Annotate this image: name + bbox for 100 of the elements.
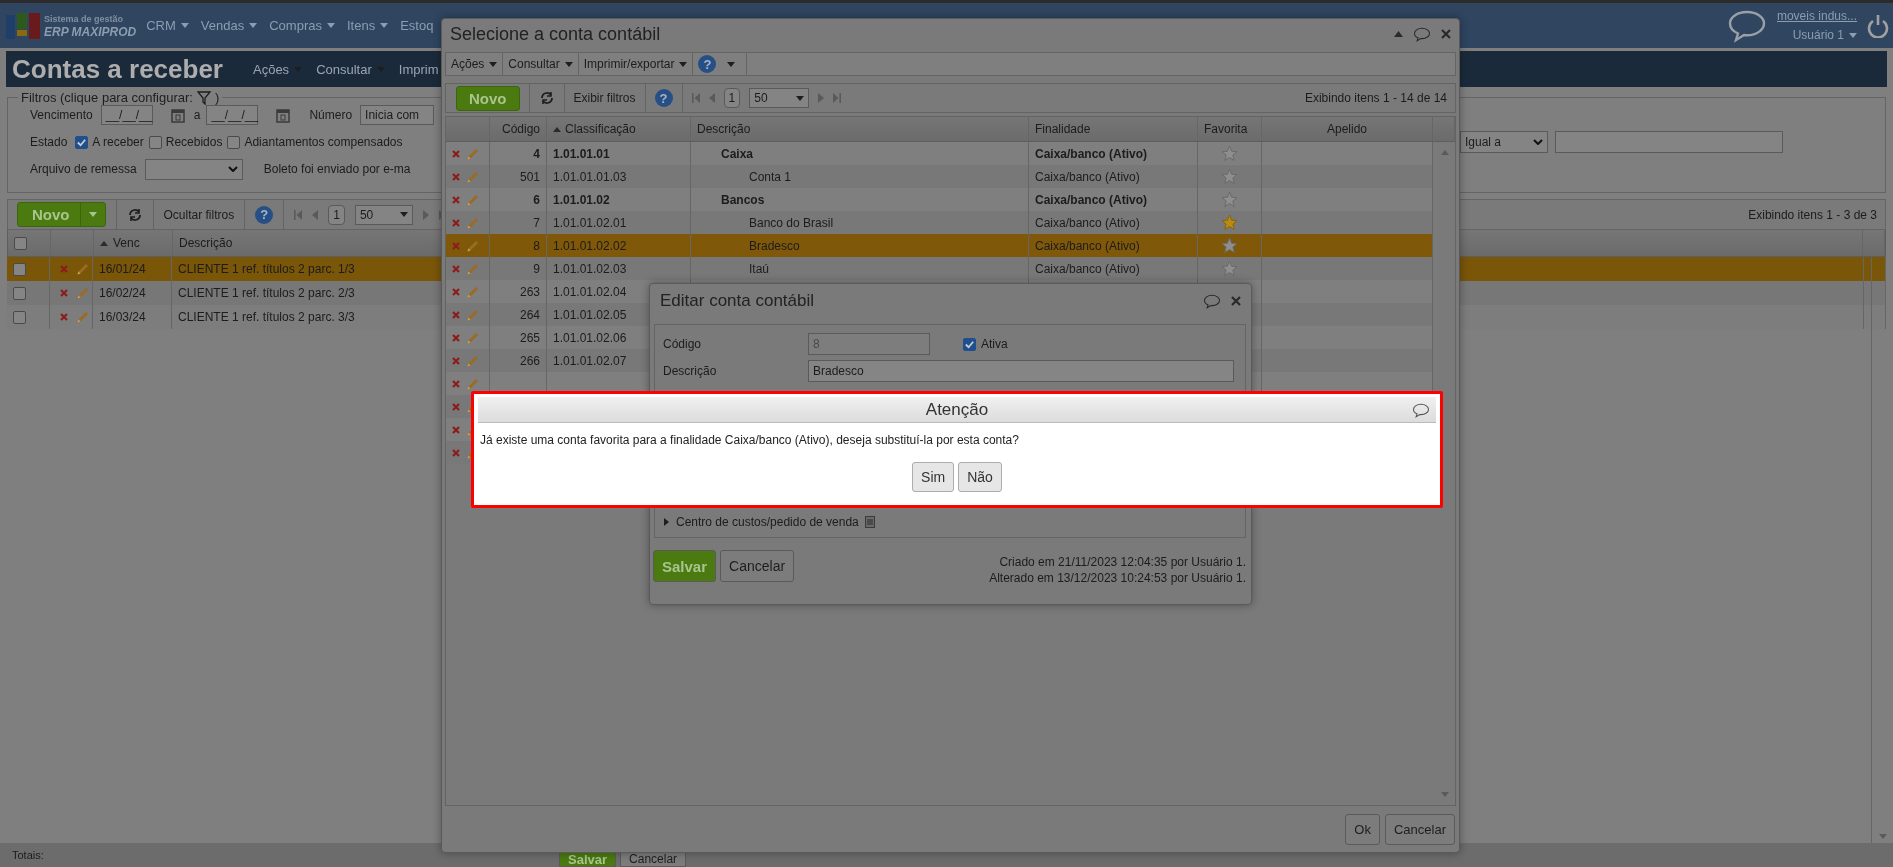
column-header[interactable]: Descrição <box>179 236 233 250</box>
next-page-icon <box>422 209 429 220</box>
date-field[interactable]: __/__/__ <box>100 105 153 125</box>
page-number-field[interactable]: 1 <box>328 204 345 225</box>
refresh-icon <box>126 207 143 222</box>
filters-legend[interactable]: Filtros (clique para configurar: ) <box>18 90 223 105</box>
checkbox[interactable] <box>75 135 89 149</box>
help-button[interactable]: ? <box>654 89 673 107</box>
caret-icon <box>399 212 408 217</box>
checkbox-label: Adiantamentos compensados <box>244 135 403 149</box>
checkbox[interactable] <box>13 262 26 276</box>
caret-icon <box>376 66 385 72</box>
sort-ascending-icon <box>553 126 561 132</box>
collapse-icon <box>1394 31 1403 37</box>
delete-icon <box>452 264 460 273</box>
delete-icon <box>60 289 68 297</box>
menu-item[interactable]: Consultar <box>316 61 385 77</box>
range-label: a <box>193 108 201 122</box>
page-size-select[interactable]: 50 <box>749 88 810 108</box>
column-header[interactable]: Classificação <box>565 122 636 136</box>
yes-button[interactable]: Sim <box>912 462 955 492</box>
page-size-select[interactable]: 50 <box>354 204 413 225</box>
table-cell: CLIENTE 1 ref. títulos 2 parc. 1/3 <box>178 262 355 276</box>
new-button[interactable]: Novo <box>456 85 520 111</box>
first-page-icon <box>691 93 700 103</box>
toggle-filters-button[interactable]: Ocultar filtros <box>163 207 235 222</box>
speech-bubble-icon <box>1726 8 1767 43</box>
date-field[interactable]: __/__/__ <box>206 105 259 125</box>
delete-icon <box>452 287 460 296</box>
speech-bubble-icon <box>1203 293 1221 309</box>
menu-item[interactable]: Estoq <box>400 18 434 33</box>
checkbox[interactable] <box>14 236 27 250</box>
user-menu[interactable]: Usuário 1 <box>1792 28 1857 42</box>
caret-icon <box>679 61 688 67</box>
table-cell: 1.01.01.02.07 <box>553 353 627 368</box>
column-header[interactable]: Apelido <box>1327 122 1367 136</box>
totals-label: Totais: <box>12 849 44 861</box>
delete-icon <box>452 195 460 204</box>
field-label: Número <box>309 108 353 122</box>
menu-item[interactable]: Itens <box>346 18 389 33</box>
checkbox[interactable] <box>227 135 241 149</box>
modified-info: Alterado em 13/12/2023 10:24:53 por Usuário 1. <box>989 570 1246 586</box>
cancel-button[interactable]: Cancelar <box>720 550 795 582</box>
menu-item[interactable]: Imprim <box>398 61 439 77</box>
menu-item[interactable]: Imprimir/exportar <box>578 53 694 75</box>
table-cell: 1.01.01.02.01 <box>553 215 627 230</box>
delete-icon <box>452 425 460 434</box>
table-cell: Caixa/banco (Ativo) <box>1035 192 1148 207</box>
table-cell: Caixa/banco (Ativo) <box>1035 146 1148 161</box>
menu-item[interactable]: Ações <box>253 61 303 77</box>
scroll-down-icon <box>1441 792 1449 797</box>
calendar-icon <box>170 107 185 123</box>
checkbox[interactable] <box>13 286 26 300</box>
pencil-icon <box>466 146 480 161</box>
caret-icon <box>326 23 335 28</box>
delete-icon <box>452 356 460 365</box>
pencil-icon <box>466 307 480 322</box>
column-header[interactable]: Descrição <box>697 122 751 136</box>
field-label: Estado <box>30 135 68 149</box>
column-header[interactable]: Código <box>501 122 540 136</box>
pencil-icon <box>466 353 480 368</box>
menu-item[interactable]: Consultar <box>503 53 579 75</box>
caret-icon <box>380 23 389 28</box>
help-button[interactable]: ? <box>255 205 274 224</box>
new-button[interactable]: Novo <box>17 202 106 227</box>
checkbox[interactable] <box>13 310 26 324</box>
match-select[interactable]: Igual a <box>1460 131 1548 153</box>
no-button[interactable]: Não <box>958 462 1002 492</box>
column-header[interactable]: Favorita <box>1204 122 1248 136</box>
section-toggle[interactable]: Centro de custos/pedido de venda <box>663 513 1237 531</box>
delete-icon <box>452 310 460 319</box>
created-info: Criado em 21/11/2023 12:04:35 por Usuário 1. <box>999 554 1246 570</box>
table-cell: 1.01.01.02.05 <box>553 307 627 322</box>
caret-icon <box>249 23 258 28</box>
ok-button[interactable]: Ok <box>1345 813 1380 845</box>
menu-item[interactable]: Vendas <box>200 18 258 33</box>
menu-item[interactable]: CRM <box>146 18 189 33</box>
text-field[interactable] <box>1555 131 1783 153</box>
checkbox[interactable] <box>148 135 162 149</box>
page-number-field[interactable]: 1 <box>723 88 741 108</box>
dialog-title: Atenção <box>925 399 989 420</box>
toggle-filters-button[interactable]: Exibir filtros <box>573 91 636 105</box>
menu-item[interactable]: Ações <box>446 53 504 75</box>
file-select[interactable] <box>144 158 243 180</box>
table-cell: Conta 1 <box>749 169 792 184</box>
text-field[interactable]: Bradesco <box>808 360 1234 382</box>
table-cell: CLIENTE 1 ref. títulos 2 parc. 3/3 <box>178 310 355 324</box>
pencil-icon <box>466 376 480 391</box>
table-cell: Bancos <box>721 192 765 207</box>
checkbox[interactable] <box>963 337 976 351</box>
menu-item[interactable]: Compras <box>269 18 335 33</box>
column-header[interactable]: Finalidade <box>1035 122 1091 136</box>
help-button[interactable]: ? <box>698 55 717 73</box>
field-label: Vencimento <box>30 108 93 122</box>
column-header[interactable]: Venc <box>113 236 140 250</box>
company-link[interactable]: moveis indus... <box>1776 9 1857 23</box>
caret-icon <box>796 95 805 101</box>
cancel-button[interactable]: Cancelar <box>1384 813 1455 845</box>
save-button[interactable]: Salvar <box>653 550 717 582</box>
match-select[interactable]: Inicia com <box>360 105 435 125</box>
